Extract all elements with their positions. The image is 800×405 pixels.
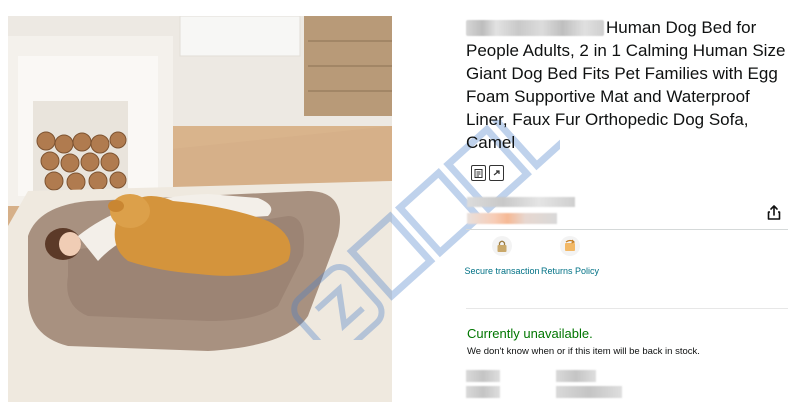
product-title: Human Dog Bed for People Adults, 2 in 1 … (466, 18, 786, 152)
product-badges (471, 165, 504, 181)
arrow-icon[interactable] (489, 165, 504, 181)
availability-note: We don't know when or if this item will … (467, 346, 700, 357)
redacted-field (466, 386, 500, 398)
redacted-field (556, 386, 622, 398)
rating-redacted (467, 197, 575, 207)
returns-icon (560, 236, 580, 256)
secure-transaction-label: Secure transaction (464, 266, 540, 276)
returns-policy-feature[interactable]: Returns Policy (530, 236, 610, 278)
availability-status: Currently unavailable. (467, 326, 593, 341)
share-icon[interactable] (766, 204, 782, 221)
divider (466, 308, 788, 309)
divider (466, 229, 788, 230)
lock-icon (492, 236, 512, 256)
returns-policy-label: Returns Policy (540, 266, 600, 276)
brand-name-redacted[interactable] (466, 20, 604, 36)
redacted-field (556, 370, 596, 382)
price-redacted (467, 213, 557, 224)
redacted-field (466, 370, 500, 382)
clipboard-icon[interactable] (471, 165, 486, 181)
product-image[interactable] (8, 16, 392, 402)
